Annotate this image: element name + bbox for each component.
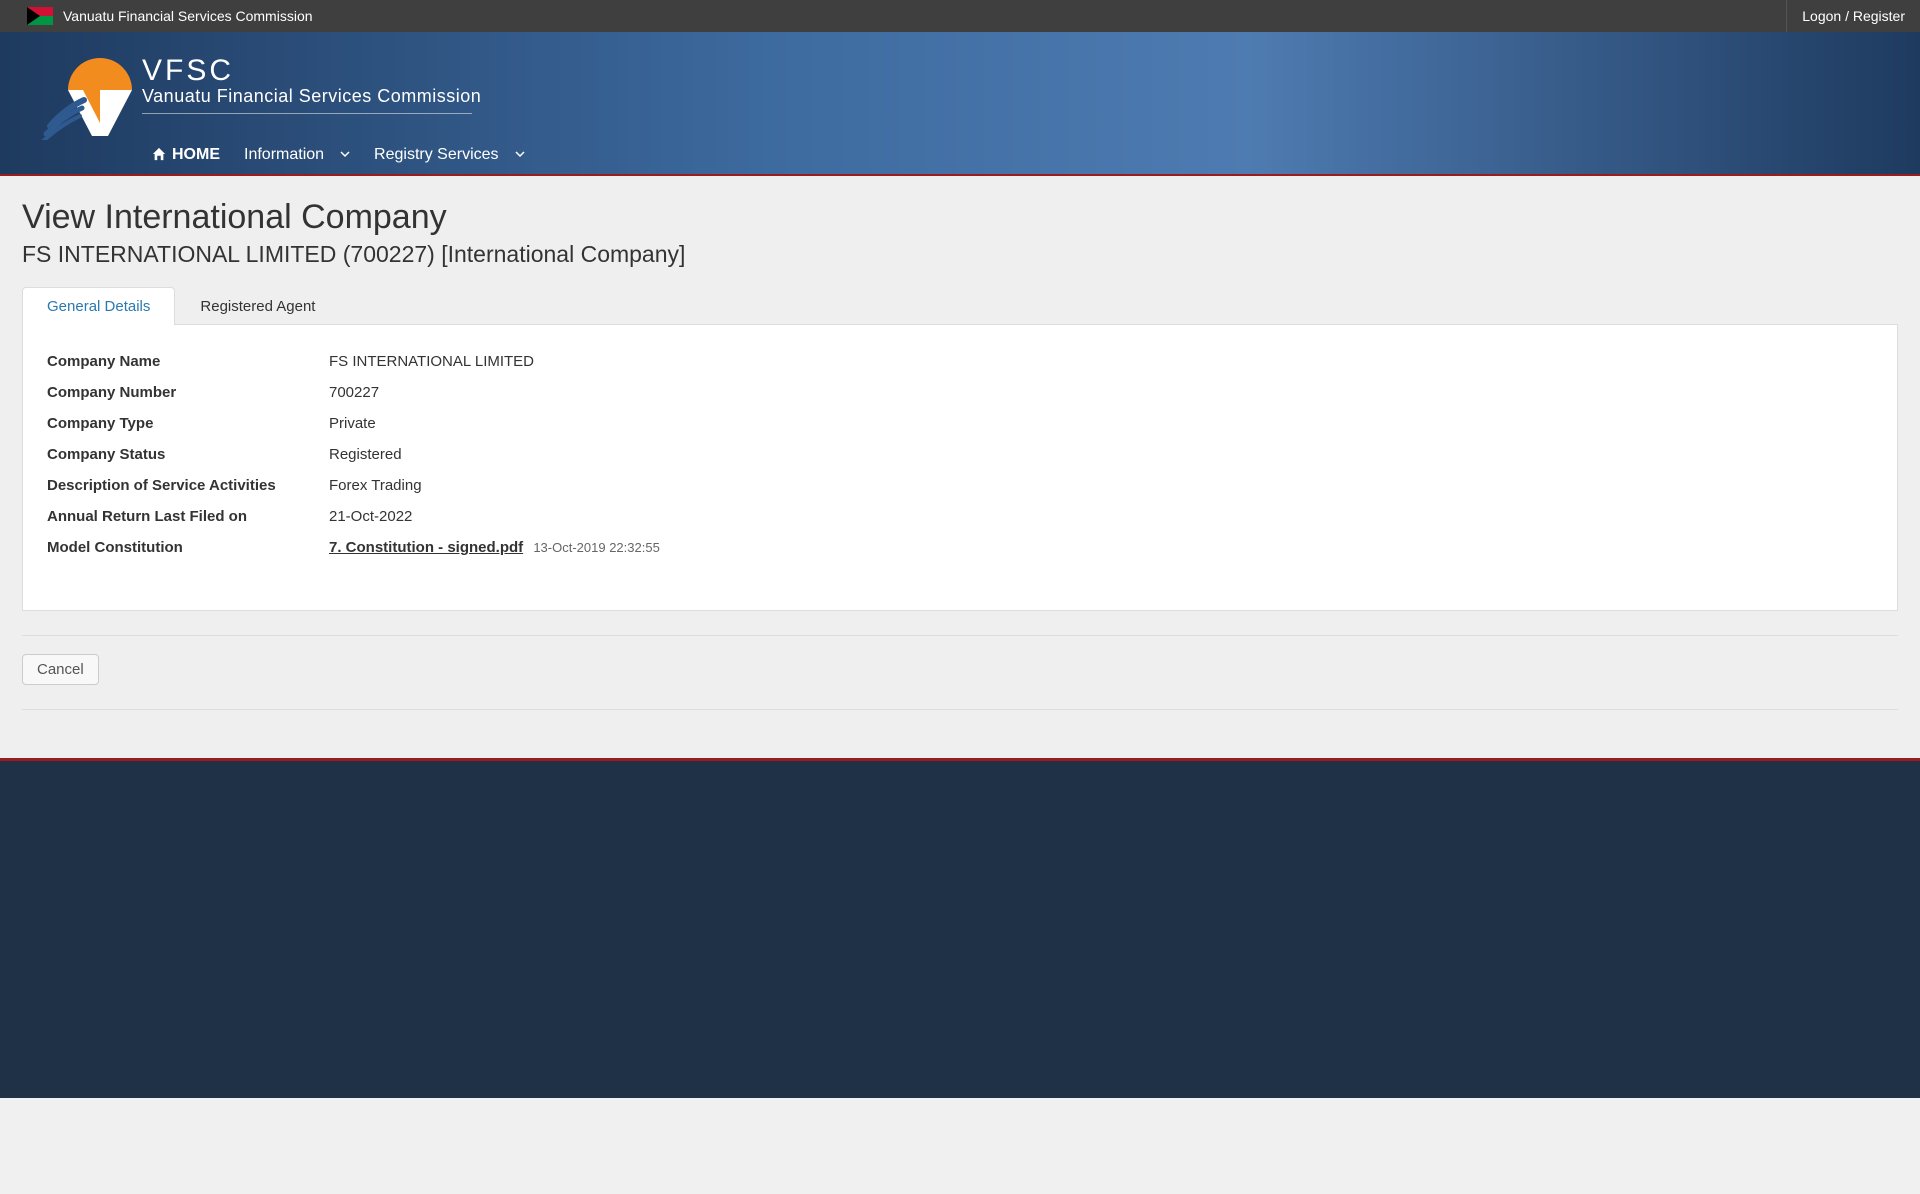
home-icon xyxy=(152,147,166,164)
constitution-file-date: 13-Oct-2019 22:32:55 xyxy=(533,540,659,555)
logon-register-link[interactable]: Logon / Register xyxy=(1802,8,1905,24)
nav-home[interactable]: HOME xyxy=(152,146,220,164)
label-model-constitution: Model Constitution xyxy=(47,539,329,556)
vfsc-logo-icon xyxy=(40,50,130,140)
chevron-down-icon xyxy=(515,149,525,162)
tabs: General Details Registered Agent xyxy=(22,286,1898,325)
top-bar-right: Logon / Register xyxy=(1786,0,1920,32)
nav-information-label: Information xyxy=(244,146,324,164)
tab-general-details[interactable]: General Details xyxy=(22,287,175,325)
footer xyxy=(0,758,1920,1098)
brand-text: VFSC Vanuatu Financial Services Commissi… xyxy=(142,54,481,114)
row-company-status: Company Status Registered xyxy=(47,446,1873,463)
nav-registry-label: Registry Services xyxy=(374,146,498,164)
value-annual-return: 21-Oct-2022 xyxy=(329,508,412,525)
divider xyxy=(22,635,1898,636)
label-company-number: Company Number xyxy=(47,384,329,401)
value-service-activities: Forex Trading xyxy=(329,477,422,494)
value-model-constitution: 7. Constitution - signed.pdf 13-Oct-2019… xyxy=(329,539,660,556)
row-model-constitution: Model Constitution 7. Constitution - sig… xyxy=(47,539,1873,556)
top-bar: Vanuatu Financial Services Commission Lo… xyxy=(0,0,1920,32)
vanuatu-flag-icon xyxy=(27,7,53,25)
value-company-status: Registered xyxy=(329,446,402,463)
brand-acronym: VFSC xyxy=(142,54,481,88)
main-nav: HOME Information Registry Services xyxy=(0,136,1920,174)
content: View International Company FS INTERNATIO… xyxy=(0,176,1920,758)
label-company-type: Company Type xyxy=(47,415,329,432)
brand-divider xyxy=(142,113,472,114)
nav-registry-services[interactable]: Registry Services xyxy=(374,146,524,164)
divider xyxy=(22,709,1898,710)
page-subtitle: FS INTERNATIONAL LIMITED (700227) [Inter… xyxy=(22,241,1898,268)
cancel-button[interactable]: Cancel xyxy=(22,654,99,685)
tab-registered-agent[interactable]: Registered Agent xyxy=(175,287,340,325)
details-panel: Company Name FS INTERNATIONAL LIMITED Co… xyxy=(22,325,1898,611)
top-bar-title: Vanuatu Financial Services Commission xyxy=(63,8,313,24)
label-company-name: Company Name xyxy=(47,353,329,370)
row-service-activities: Description of Service Activities Forex … xyxy=(47,477,1873,494)
chevron-down-icon xyxy=(340,149,350,162)
row-company-type: Company Type Private xyxy=(47,415,1873,432)
label-annual-return: Annual Return Last Filed on xyxy=(47,508,329,525)
row-annual-return: Annual Return Last Filed on 21-Oct-2022 xyxy=(47,508,1873,525)
nav-home-label: HOME xyxy=(172,146,220,164)
brand-full: Vanuatu Financial Services Commission xyxy=(142,86,481,107)
header-content: VFSC Vanuatu Financial Services Commissi… xyxy=(0,50,1920,140)
constitution-file-link[interactable]: 7. Constitution - signed.pdf xyxy=(329,539,523,556)
top-bar-left: Vanuatu Financial Services Commission xyxy=(27,7,313,25)
row-company-name: Company Name FS INTERNATIONAL LIMITED xyxy=(47,353,1873,370)
value-company-number: 700227 xyxy=(329,384,379,401)
label-service-activities: Description of Service Activities xyxy=(47,477,329,494)
value-company-name: FS INTERNATIONAL LIMITED xyxy=(329,353,534,370)
label-company-status: Company Status xyxy=(47,446,329,463)
nav-information[interactable]: Information xyxy=(244,146,350,164)
header: VFSC Vanuatu Financial Services Commissi… xyxy=(0,32,1920,176)
page-title: View International Company xyxy=(22,198,1898,237)
value-company-type: Private xyxy=(329,415,376,432)
row-company-number: Company Number 700227 xyxy=(47,384,1873,401)
